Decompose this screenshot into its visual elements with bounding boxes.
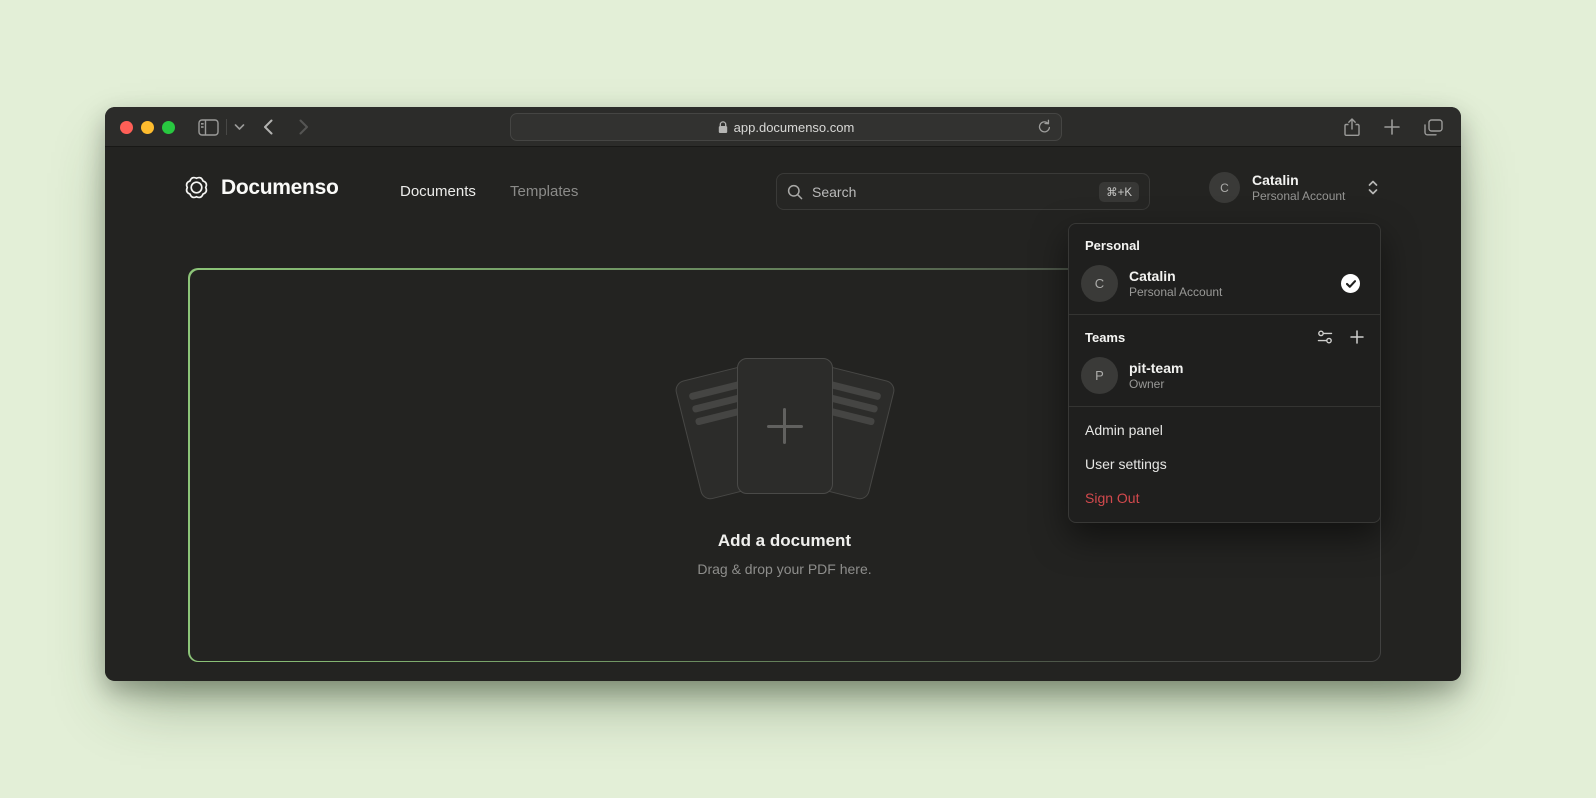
menu-divider: [1069, 406, 1380, 407]
menu-item-user-settings[interactable]: User settings: [1069, 447, 1380, 481]
check-icon: [1346, 280, 1356, 288]
team-role: Owner: [1129, 377, 1183, 392]
share-icon: [1344, 118, 1360, 137]
close-window-button[interactable]: [120, 121, 133, 134]
manage-teams-button[interactable]: [1317, 329, 1333, 345]
account-subtitle: Personal Account: [1252, 189, 1345, 203]
reload-icon: [1037, 119, 1052, 135]
search-icon: [787, 184, 803, 200]
search-placeholder: Search: [812, 184, 856, 200]
add-team-button[interactable]: [1350, 330, 1364, 344]
address-bar[interactable]: app.documenso.com: [510, 113, 1062, 141]
share-button[interactable]: [1344, 118, 1360, 137]
nav-documents[interactable]: Documents: [400, 183, 476, 200]
manage-teams-icon: [1317, 329, 1333, 345]
menu-item-sign-out[interactable]: Sign Out: [1069, 481, 1380, 518]
personal-section-label: Personal: [1069, 230, 1380, 261]
dropzone-subtitle: Drag & drop your PDF here.: [697, 561, 871, 577]
account-dropdown-menu: Personal C Catalin Personal Account Team…: [1068, 223, 1381, 523]
tabs-overview-button[interactable]: [1424, 119, 1443, 136]
desktop: { "browser": { "url": "app.documenso.com…: [0, 0, 1596, 798]
account-name: Catalin: [1129, 268, 1222, 285]
back-icon: [263, 119, 273, 135]
documenso-logo-icon: [183, 174, 210, 201]
chevron-down-icon: [234, 123, 245, 131]
account-menu-button[interactable]: C Catalin Personal Account: [1209, 172, 1379, 203]
plus-icon: [767, 408, 803, 444]
lock-icon: [718, 121, 728, 134]
forward-button[interactable]: [293, 107, 315, 147]
avatar: C: [1209, 172, 1240, 203]
team-name: pit-team: [1129, 360, 1183, 377]
selected-check-badge: [1341, 274, 1360, 293]
toolbar-separator: [226, 119, 227, 135]
toolbar-right-actions: [1344, 107, 1443, 147]
reload-button[interactable]: [1037, 119, 1052, 135]
account-name: Catalin: [1252, 172, 1345, 189]
brand-name: Documenso: [221, 176, 339, 200]
app-page: Documenso Documents Templates Search ⌘+K…: [105, 147, 1461, 680]
teams-section-header: Teams: [1069, 321, 1380, 353]
selector-icon: [1367, 180, 1379, 195]
forward-icon: [299, 119, 309, 135]
menu-divider: [1069, 314, 1380, 315]
url-text: app.documenso.com: [734, 120, 855, 135]
minimize-window-button[interactable]: [141, 121, 154, 134]
browser-toolbar: app.documenso.com: [105, 107, 1461, 147]
sidebar-menu-button[interactable]: [231, 107, 247, 147]
browser-window: app.documenso.com: [105, 107, 1461, 681]
menu-item-admin-panel[interactable]: Admin panel: [1069, 413, 1380, 447]
document-card-add: [737, 358, 833, 494]
dropzone-title: Add a document: [718, 531, 851, 551]
menu-item-team[interactable]: P pit-team Owner: [1069, 353, 1380, 404]
search-shortcut-badge: ⌘+K: [1099, 182, 1139, 202]
nav-templates[interactable]: Templates: [510, 183, 578, 200]
window-controls: [120, 107, 175, 147]
sidebar-icon: [198, 119, 219, 136]
new-tab-icon: [1384, 119, 1400, 135]
sidebar-toggle-button[interactable]: [195, 107, 221, 147]
menu-item-personal-account[interactable]: C Catalin Personal Account: [1069, 261, 1380, 312]
new-tab-button[interactable]: [1384, 119, 1400, 135]
back-button[interactable]: [257, 107, 279, 147]
add-team-icon: [1350, 330, 1364, 344]
teams-section-label: Teams: [1085, 330, 1125, 345]
team-avatar: P: [1081, 357, 1118, 394]
search-input[interactable]: Search ⌘+K: [776, 173, 1150, 210]
document-stack-illustration: [679, 353, 891, 505]
zoom-window-button[interactable]: [162, 121, 175, 134]
tabs-overview-icon: [1424, 119, 1443, 136]
account-subtitle: Personal Account: [1129, 285, 1222, 300]
brand-logo-link[interactable]: Documenso: [183, 174, 339, 201]
avatar: C: [1081, 265, 1118, 302]
